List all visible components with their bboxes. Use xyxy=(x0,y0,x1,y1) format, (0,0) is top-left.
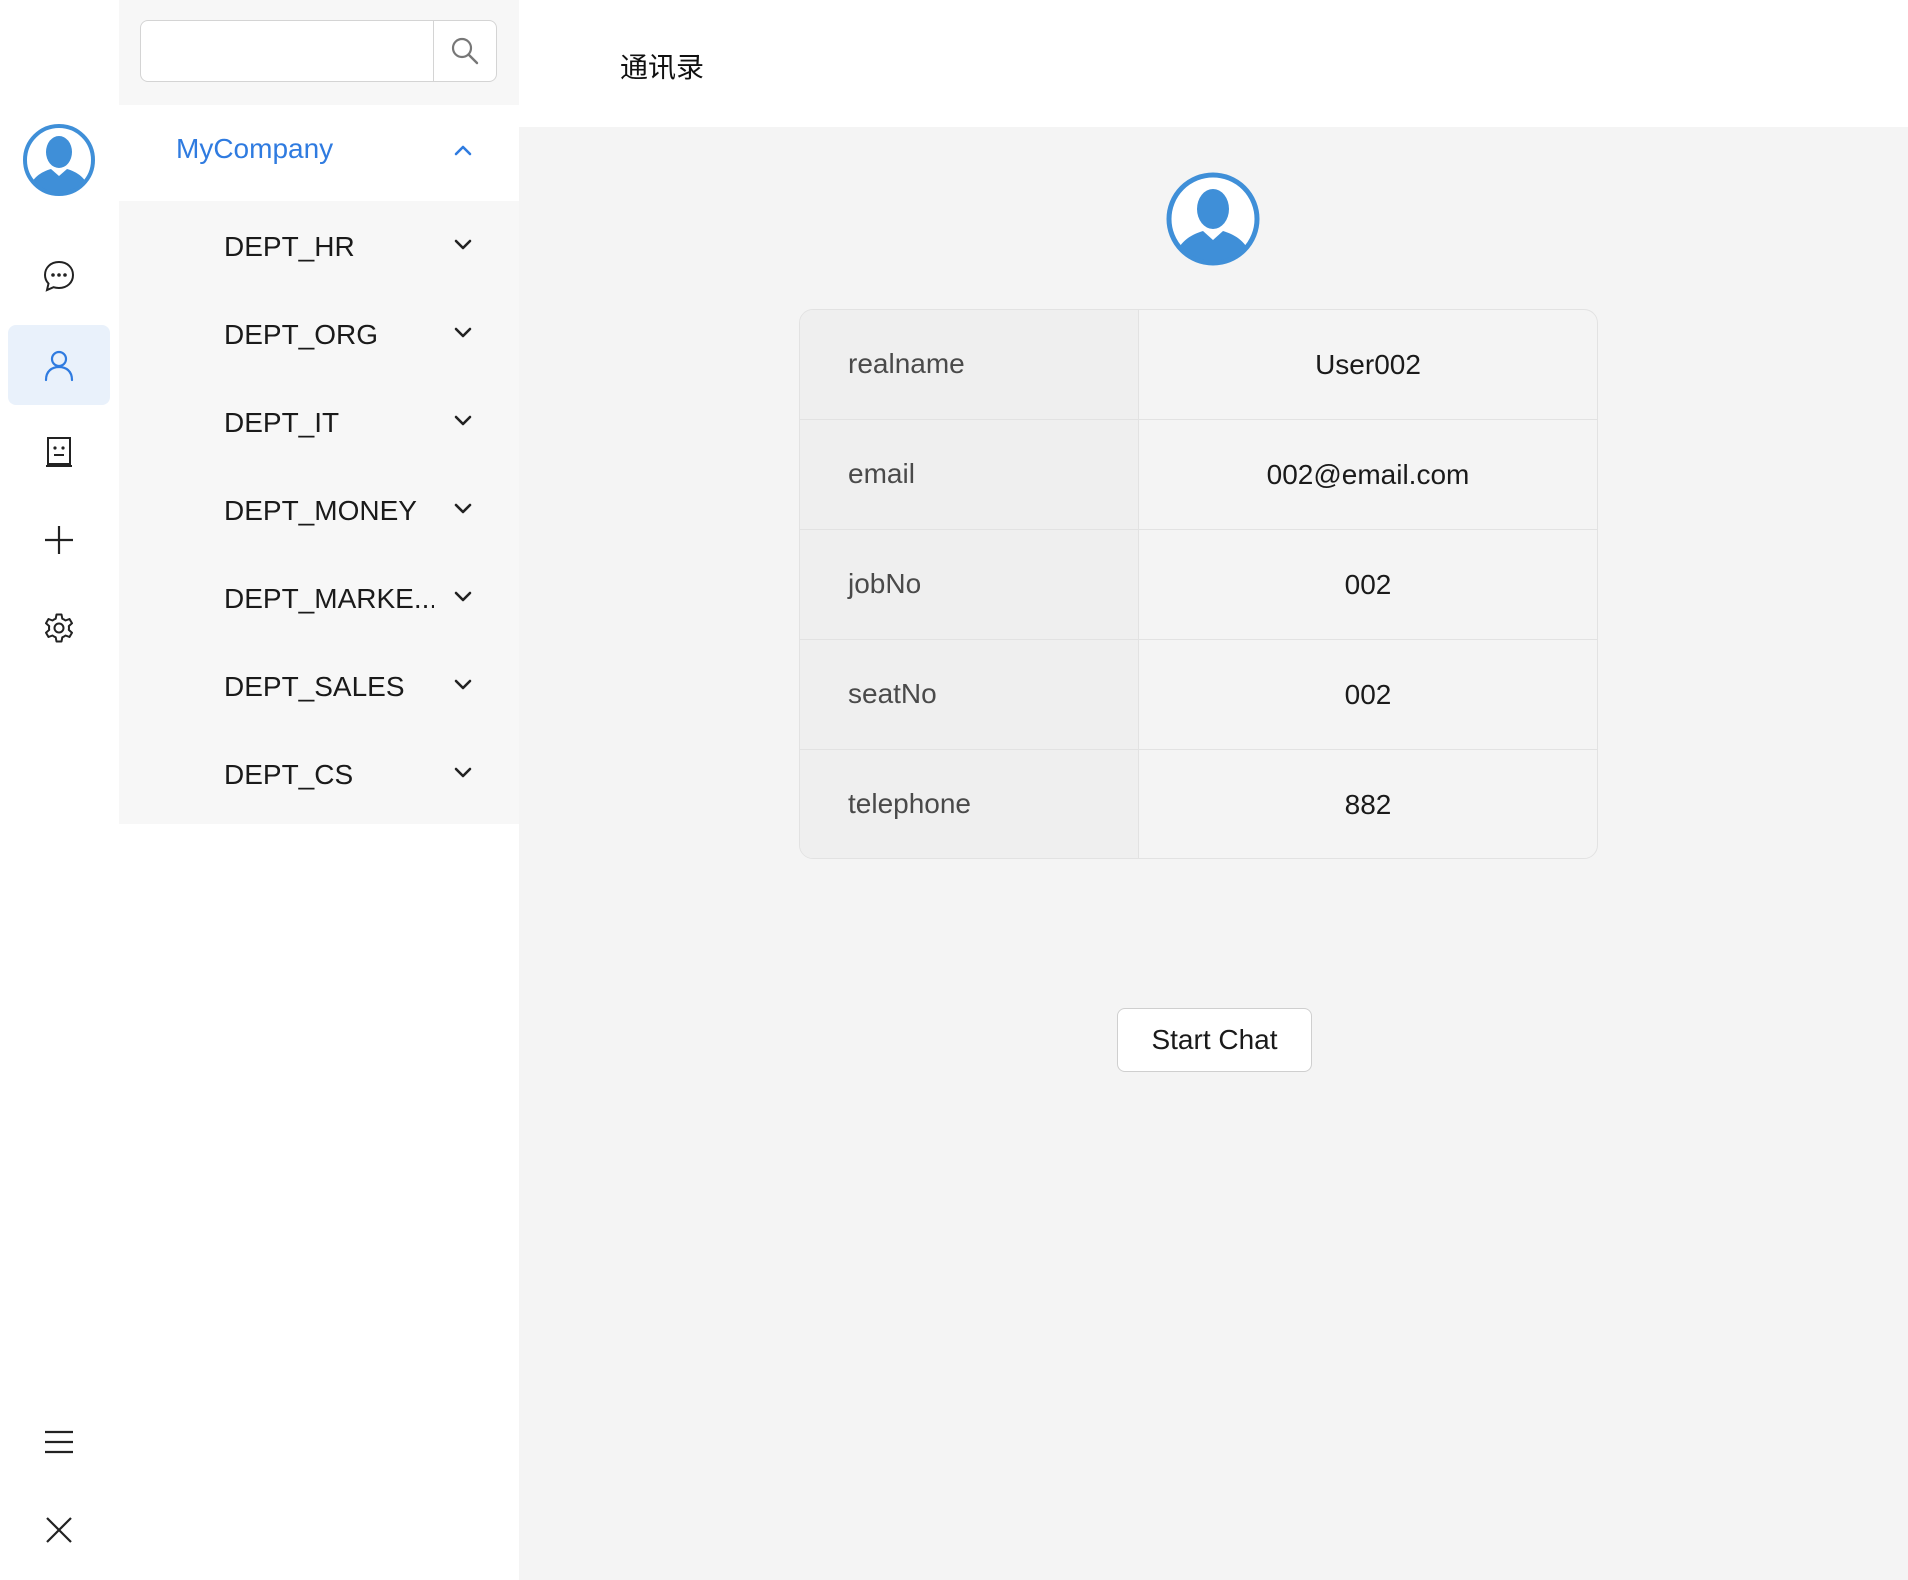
field-value: 882 xyxy=(1344,789,1392,820)
table-row: jobNo 002 xyxy=(800,530,1597,640)
main-content: 通讯录 realname User002 email 002@email.com… xyxy=(519,0,1908,1580)
start-chat-button[interactable]: Start Chat xyxy=(1117,1008,1312,1072)
dept-item-org[interactable]: DEPT_ORG xyxy=(119,291,519,379)
field-key: email xyxy=(800,420,1139,529)
page-title: 通讯录 xyxy=(620,52,705,83)
dept-label: DEPT_HR xyxy=(224,231,355,262)
rail-chat-button[interactable] xyxy=(8,236,110,316)
chevron-down-icon xyxy=(454,591,472,602)
field-value: 002 xyxy=(1344,678,1392,710)
dept-item-cs[interactable]: DEPT_CS xyxy=(119,731,519,819)
field-value: 002@email.com xyxy=(1266,458,1470,490)
rail-directory-button[interactable] xyxy=(8,412,110,492)
rail-exit-button[interactable] xyxy=(8,1490,110,1570)
table-row: realname User002 xyxy=(800,310,1597,420)
field-key-label: jobNo xyxy=(848,568,922,599)
search-button[interactable] xyxy=(433,21,496,81)
field-value: 002 xyxy=(1344,568,1392,600)
dept-item-sales[interactable]: DEPT_SALES xyxy=(119,643,519,731)
field-key: telephone xyxy=(800,750,1139,858)
rail-menu-button[interactable] xyxy=(8,1402,110,1482)
rail-settings-button[interactable] xyxy=(8,588,110,668)
gear-icon xyxy=(45,613,73,643)
profile-avatar xyxy=(1165,171,1261,267)
dept-label: DEPT_ORG xyxy=(224,319,379,350)
dept-item-it[interactable]: DEPT_IT xyxy=(119,379,519,467)
chevron-up-icon xyxy=(454,145,472,156)
field-key-label: telephone xyxy=(848,788,972,819)
chevron-down-icon xyxy=(454,239,472,250)
chevron-down-icon xyxy=(454,767,472,778)
main-header: 通讯录 xyxy=(519,0,1908,127)
company-tree-node[interactable]: MyCompany xyxy=(119,105,519,201)
user-avatar-icon xyxy=(1166,172,1260,266)
chat-bubble-icon xyxy=(43,260,75,292)
department-list: DEPT_HR DEPT_ORG DEPT_IT DEPT_MONEY DEPT… xyxy=(119,203,519,819)
user-avatar[interactable] xyxy=(21,122,97,198)
rail-contacts-button[interactable] xyxy=(8,325,110,405)
field-key: realname xyxy=(800,310,1139,419)
table-row: telephone 882 xyxy=(800,750,1597,858)
rail-add-button[interactable] xyxy=(8,500,110,580)
dept-item-hr[interactable]: DEPT_HR xyxy=(119,203,519,291)
search-box xyxy=(140,20,497,82)
chevron-down-icon xyxy=(454,327,472,338)
field-key: seatNo xyxy=(800,640,1139,749)
contact-card-icon xyxy=(46,437,72,467)
chevron-down-icon xyxy=(454,679,472,690)
close-icon xyxy=(46,1517,72,1543)
search-icon xyxy=(451,37,479,65)
dept-item-money[interactable]: DEPT_MONEY xyxy=(119,467,519,555)
dept-label: DEPT_CS xyxy=(224,759,354,790)
person-icon xyxy=(44,350,74,382)
field-key-label: email xyxy=(848,458,915,489)
dept-label: DEPT_MONEY xyxy=(224,495,417,526)
profile-info-table: realname User002 email 002@email.com job… xyxy=(799,309,1598,859)
dept-label: DEPT_MARKE... xyxy=(224,583,434,614)
dept-label: DEPT_SALES xyxy=(224,671,405,702)
plus-icon xyxy=(45,526,73,554)
user-avatar-icon xyxy=(23,124,95,196)
table-row: seatNo 002 xyxy=(800,640,1597,750)
hamburger-menu-icon xyxy=(45,1430,73,1454)
search-input[interactable] xyxy=(141,21,433,81)
field-value: User002 xyxy=(1315,348,1421,380)
chevron-down-icon xyxy=(454,503,472,514)
dept-item-marketing[interactable]: DEPT_MARKE... xyxy=(119,555,519,643)
dept-label: DEPT_IT xyxy=(224,407,340,438)
chevron-down-icon xyxy=(454,415,472,426)
department-panel: MyCompany DEPT_HR DEPT_ORG DEPT_IT DEPT_… xyxy=(119,0,519,824)
field-key: jobNo xyxy=(800,530,1139,639)
table-row: email 002@email.com xyxy=(800,420,1597,530)
field-key-label: realname xyxy=(848,348,965,379)
icon-rail xyxy=(0,0,119,1580)
field-key-label: seatNo xyxy=(848,678,937,709)
company-label: MyCompany xyxy=(176,133,334,164)
